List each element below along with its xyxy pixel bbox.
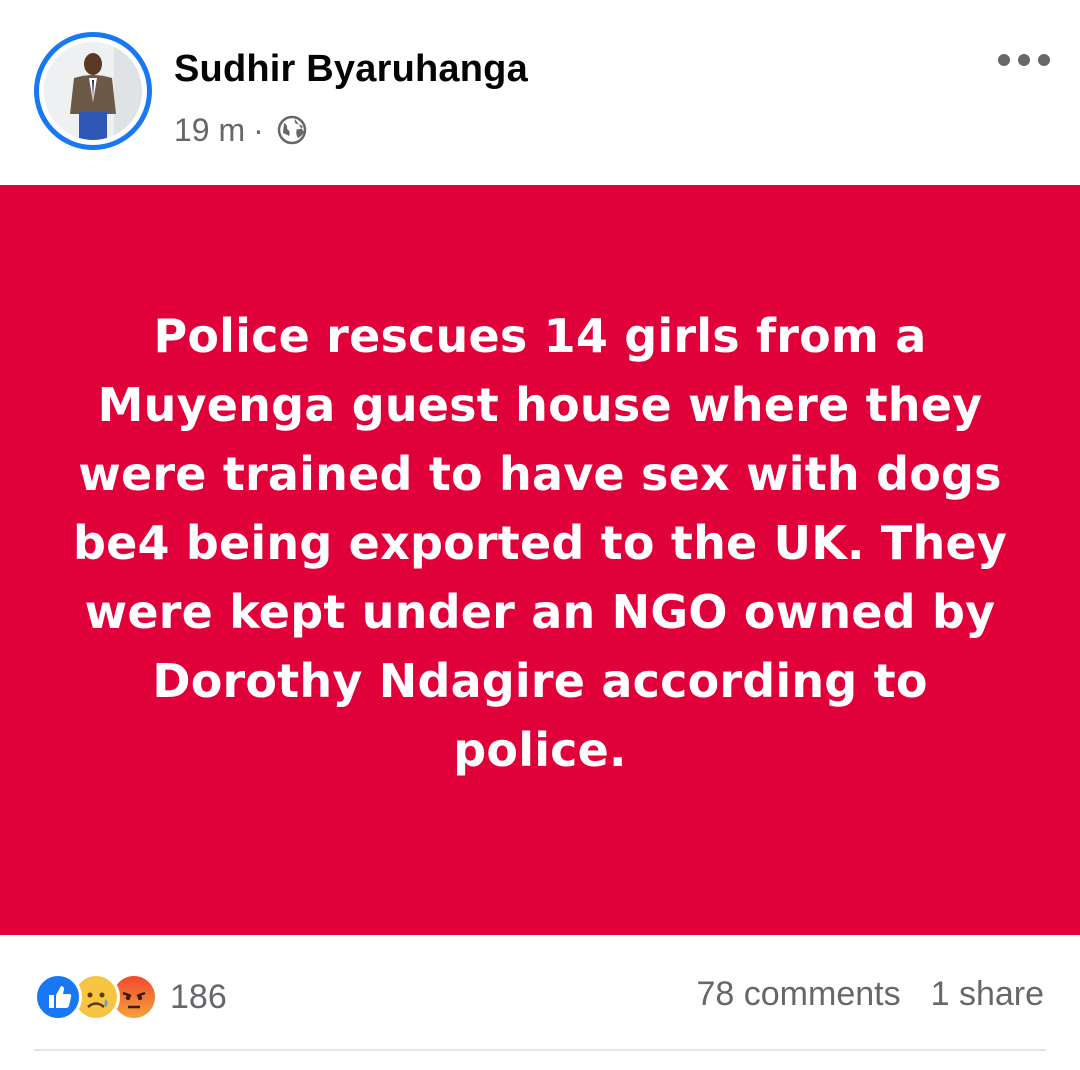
dot-icon [1038, 54, 1050, 66]
globe-icon [277, 115, 307, 145]
person-photo-icon [44, 42, 142, 140]
post-footer: 186 78 comments 1 share [0, 935, 1080, 1070]
like-icon [34, 973, 82, 1021]
shares-count[interactable]: 1 share [931, 975, 1044, 1014]
post-text: Police rescues 14 girls from a Muyenga g… [72, 308, 1008, 777]
avatar[interactable] [34, 32, 152, 150]
reaction-summary[interactable]: 186 [34, 973, 227, 1021]
author-name[interactable]: Sudhir Byaruhanga [174, 48, 528, 91]
post-header: Sudhir Byaruhanga 19 m · [0, 0, 1080, 185]
divider [34, 1049, 1046, 1051]
dot-icon [1018, 54, 1030, 66]
dot-icon [998, 54, 1010, 66]
reaction-count: 186 [170, 977, 227, 1016]
post-time[interactable]: 19 m [174, 112, 245, 149]
meta-separator: · [253, 111, 264, 148]
post-text-background[interactable]: Police rescues 14 girls from a Muyenga g… [0, 185, 1080, 935]
more-options-icon[interactable] [998, 46, 1050, 74]
profile-photo [44, 42, 142, 140]
facebook-post: Sudhir Byaruhanga 19 m · Police rescues … [0, 0, 1080, 1070]
post-meta: 19 m · [174, 110, 308, 150]
comments-count[interactable]: 78 comments [697, 975, 901, 1014]
engagement-counts: 78 comments 1 share [697, 975, 1045, 1014]
